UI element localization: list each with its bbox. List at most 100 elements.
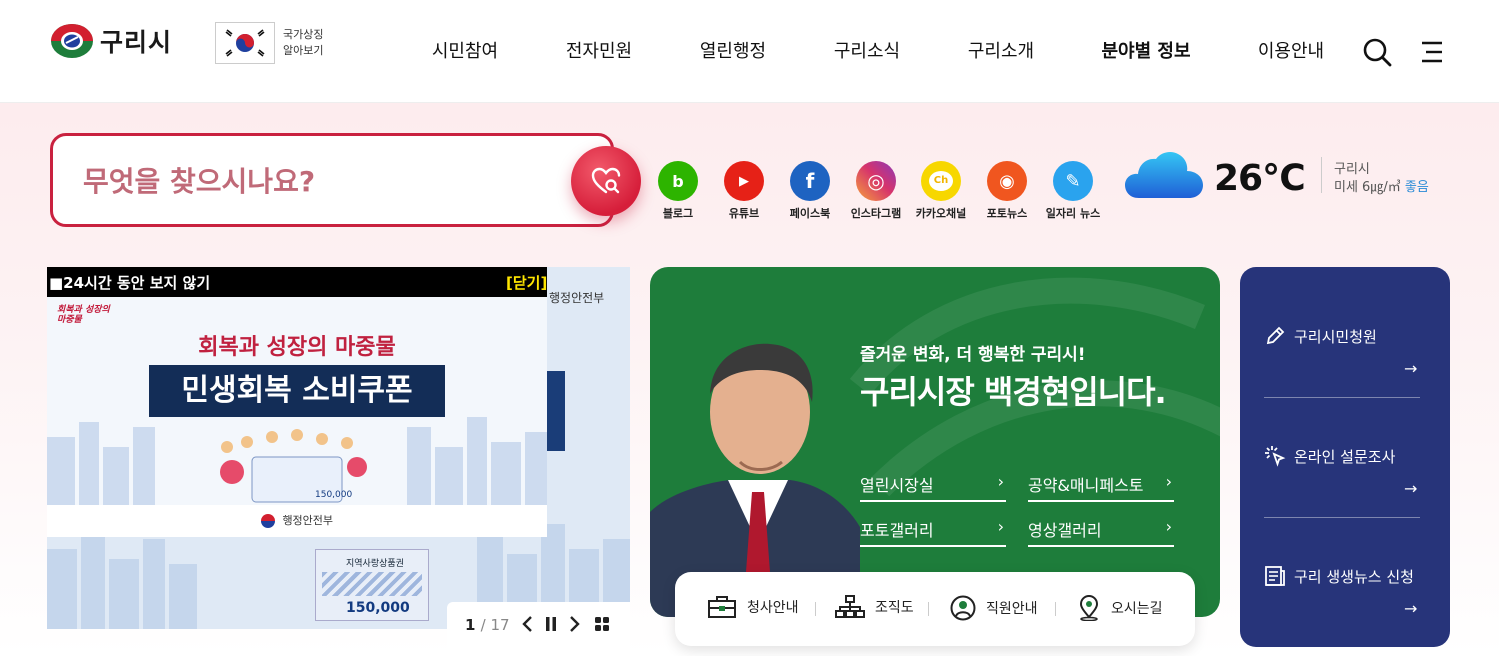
weather-temperature: 26℃ (1214, 158, 1306, 199)
nav-item-guri-news[interactable]: 구리소식 (831, 37, 903, 63)
arrow-right-icon: → (1404, 479, 1418, 498)
sns-label: 페이스북 (789, 207, 831, 220)
popup-card-amount: 150,000 (315, 490, 352, 500)
blog-icon: b (658, 161, 698, 201)
sns-label: 일자리 뉴스 (1045, 207, 1101, 220)
info-bar-label: 직원안내 (986, 601, 1038, 617)
mayor-card: 즐거운 변화, 더 행복한 구리시! 구리시장 백경현입니다. 열린시장실 › 공… (650, 267, 1220, 617)
nav-item-field-info[interactable]: 분야별 정보 (1099, 37, 1193, 63)
nav-item-guide[interactable]: 이용안내 (1255, 37, 1327, 63)
quick-item-label: 구리시민청원 (1294, 327, 1377, 346)
dust-status: 좋음 (1404, 180, 1429, 195)
popup-card[interactable]: 150,000 회복과 성장의 마중물 회복과 성장의 마중물 민생회복 소비쿠… (47, 297, 547, 537)
staff-guide-link[interactable]: 직원안내 (950, 595, 1038, 621)
sns-job-news-link[interactable]: ✎ 일자리 뉴스 (1043, 161, 1103, 221)
search-button[interactable] (571, 146, 641, 216)
kakao-glyph: Ch (929, 171, 953, 191)
symbol-text-line1: 국가상징 (283, 28, 324, 41)
nav-item-guri-intro[interactable]: 구리소개 (965, 37, 1037, 63)
quick-item-label: 온라인 설문조사 (1294, 447, 1396, 466)
pause-icon[interactable] (542, 613, 560, 635)
quick-item-news-subscribe[interactable]: 구리 생생뉴스 신청 → (1264, 507, 1420, 627)
info-bar-label: 청사안내 (747, 600, 799, 616)
org-chart-icon (835, 595, 865, 618)
chevron-right-icon: › (1165, 517, 1172, 536)
arrow-right-icon: → (1404, 359, 1418, 378)
sns-facebook-link[interactable]: f 페이스북 (780, 161, 840, 221)
popup-close-button[interactable]: [닫기] (506, 272, 547, 293)
click-icon (1265, 446, 1286, 467)
weather-city: 구리시 (1334, 162, 1370, 177)
sns-youtube-link[interactable]: ▶ 유튜브 (714, 161, 774, 221)
search-input[interactable] (83, 160, 553, 202)
link-video-gallery[interactable]: 영상갤러리 › (1028, 517, 1174, 547)
briefcase-icon (708, 596, 736, 618)
dust-value: 미세 6㎍/㎥ (1334, 180, 1401, 195)
mayor-link-label: 공약&매니페스토 (1028, 476, 1144, 495)
guri-logo-icon (51, 24, 93, 58)
chevron-right-icon: › (997, 517, 1004, 536)
instagram-icon: ◎ (856, 161, 896, 201)
mayor-link-label: 영상갤러리 (1028, 521, 1102, 540)
hide-24h-button[interactable]: ■24시간 동안 보지 않기 (47, 267, 547, 297)
sns-blog-link[interactable]: b 블로그 (648, 161, 708, 221)
quick-item-survey[interactable]: 온라인 설문조사 → (1264, 387, 1420, 507)
popup-title-line2: 민생회복 소비쿠폰 (149, 365, 445, 417)
coupon-title: 지역사랑상품권 (346, 559, 404, 569)
next-slide-icon[interactable] (565, 613, 583, 635)
logo-text: 구리시 (100, 28, 173, 57)
slide-total: / 17 (480, 616, 510, 634)
search-icon[interactable] (1362, 37, 1392, 67)
chevron-right-icon: › (1165, 472, 1172, 491)
building-guide-link[interactable]: 청사안내 (707, 595, 799, 619)
nav-item-open-admin[interactable]: 열린행정 (697, 37, 769, 63)
banner-ministry-label: 행정안전부 (549, 291, 605, 305)
sns-instagram-link[interactable]: ◎ 인스타그램 (846, 161, 906, 221)
mayor-title: 구리시장 백경현입니다. (860, 373, 1167, 411)
search-box (50, 133, 614, 227)
coupon-amount: 150,000 (346, 600, 410, 616)
youtube-icon: ▶ (724, 161, 764, 201)
org-chart-link[interactable]: 조직도 (835, 595, 914, 619)
site-logo[interactable]: 구리시 (50, 22, 172, 60)
mayor-link-label: 포토갤러리 (860, 521, 934, 540)
heart-search-icon (591, 167, 621, 194)
quick-item-petition[interactable]: 구리시민청원 → (1264, 267, 1420, 387)
sns-label: 인스타그램 (850, 207, 902, 220)
popup-title-line1: 회복과 성장의 마중물 (198, 335, 396, 360)
banner-slider-controls: 1 / 17 (447, 602, 630, 648)
nav-item-citizen[interactable]: 시민참여 (430, 37, 500, 63)
sns-photo-news-link[interactable]: ◉ 포토뉴스 (977, 161, 1037, 221)
link-manifesto[interactable]: 공약&매니페스토 › (1028, 472, 1174, 502)
view-all-grid-icon[interactable] (593, 613, 611, 635)
coupon-illustration: 지역사랑상품권 150,000 (315, 549, 429, 621)
pencil-icon (1266, 326, 1285, 345)
arrow-right-icon: → (1404, 599, 1418, 618)
sns-label: 블로그 (662, 207, 694, 220)
prev-slide-icon[interactable] (519, 613, 537, 635)
directions-link[interactable]: 오시는길 (1077, 595, 1163, 621)
quick-menu: 구리시민청원 → 온라인 설문조사 → 구리 생생뉴스 신청 → (1240, 267, 1450, 647)
weather-fine-dust: 미세 6㎍/㎥ 좋음 (1334, 176, 1429, 195)
national-symbol-link[interactable]: 국가상징 알아보기 (215, 22, 323, 64)
mayor-subtitle: 즐거운 변화, 더 행복한 구리시! (860, 345, 1086, 365)
person-icon (950, 595, 976, 621)
cloud-icon (1125, 151, 1203, 198)
banner-side-block (546, 371, 565, 451)
mayor-link-label: 열린시장실 (860, 476, 934, 495)
sns-label: 포토뉴스 (986, 207, 1028, 220)
city-hall-info-bar: 청사안내 조직도 직원안내 오시는길 (675, 572, 1195, 646)
popup-skyline-illustration: 150,000 (47, 417, 547, 507)
government-emblem-icon (260, 514, 275, 528)
location-pin-icon (1079, 595, 1099, 621)
nav-item-e-civil[interactable]: 전자민원 (564, 37, 634, 63)
link-open-mayor-office[interactable]: 열린시장실 › (860, 472, 1006, 502)
sns-kakao-link[interactable]: Ch 카카오채널 (911, 161, 971, 221)
main-banner-slider[interactable]: ■24시간 동안 보지 않기 [닫기] 행정안전부 150,000 회복과 성장… (47, 267, 630, 629)
link-photo-gallery[interactable]: 포토갤러리 › (860, 517, 1006, 547)
symbol-text-line2: 알아보기 (283, 44, 324, 57)
popup-footer: 행정안전부 (47, 505, 547, 537)
news-icon (1265, 566, 1285, 586)
hamburger-menu-icon[interactable] (1420, 40, 1444, 64)
job-news-icon: ✎ (1053, 161, 1093, 201)
